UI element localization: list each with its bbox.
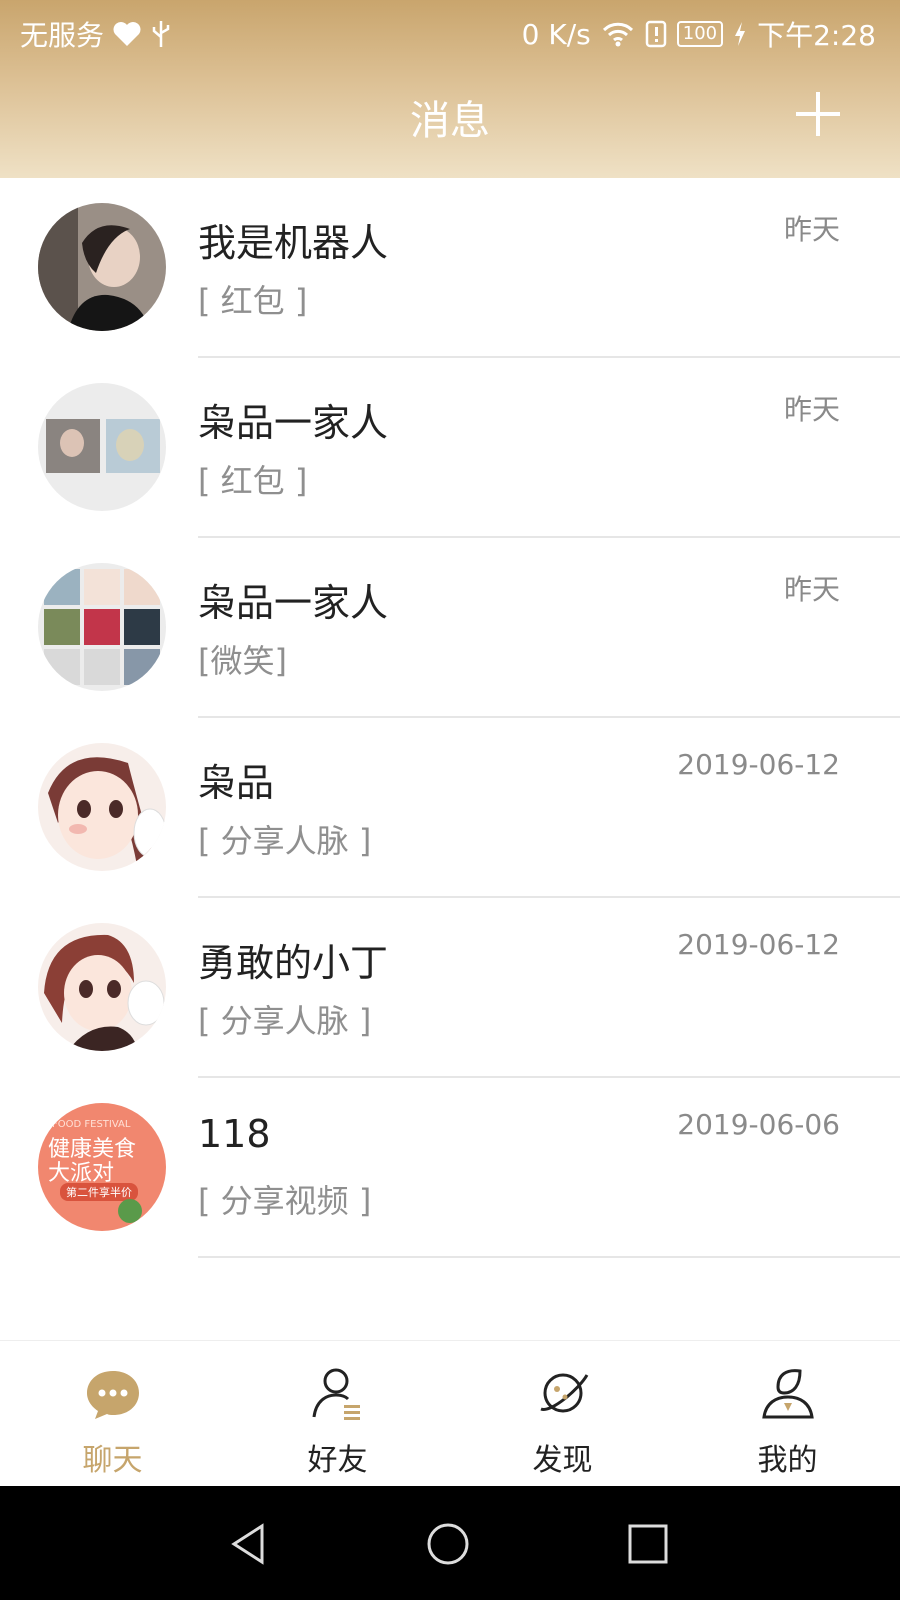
system-nav-bar (0, 1486, 900, 1600)
chat-preview: [ 红包 ] (198, 462, 308, 500)
title-bar: 消息 (0, 62, 900, 178)
chat-date: 2019-06-12 (677, 748, 840, 781)
group-avatar (38, 563, 166, 691)
clock: 下午2:28 (757, 19, 876, 52)
friends-icon (312, 1368, 360, 1420)
chat-name: 勇敢的小丁 (198, 941, 389, 985)
chat-date: 2019-06-12 (677, 928, 840, 961)
page-title: 消息 (410, 98, 490, 144)
avatar (38, 743, 166, 871)
chat-date: 昨天 (783, 393, 840, 426)
charging-icon (735, 22, 746, 46)
chat-name: 我是机器人 (198, 221, 389, 265)
carrier-status: 无服务 (20, 19, 105, 52)
chat-date: 昨天 (783, 213, 840, 246)
tab-discover[interactable]: 发现 (450, 1341, 675, 1487)
chat-preview: [ 分享人脉 ] (198, 822, 372, 860)
chat-date: 昨天 (783, 573, 840, 606)
chat-bubble-icon (86, 1371, 139, 1419)
chat-list: 我是机器人 [ 红包 ] 昨天 枭品一家人 [ 红包 ] 昨天 枭品一家人 [微… (0, 178, 900, 1258)
status-bar: 无服务 0 K/s 100 下午2:28 (0, 0, 900, 62)
chat-item[interactable]: 枭品 [ 分享人脉 ] 2019-06-12 (0, 718, 900, 898)
tab-chat[interactable]: 聊天 (0, 1341, 225, 1487)
network-speed: 0 K/s (521, 17, 591, 51)
chat-item[interactable]: 我是机器人 [ 红包 ] 昨天 (0, 178, 900, 358)
chat-preview: [ 分享人脉 ] (198, 1002, 372, 1040)
heart-icon (113, 22, 141, 46)
chat-name: 枭品一家人 (198, 401, 389, 445)
avatar (38, 923, 166, 1051)
chat-item[interactable]: 枭品一家人 [微笑] 昨天 (0, 538, 900, 718)
divider (198, 1256, 900, 1258)
tab-label: 好友 (307, 1443, 368, 1478)
plus-icon[interactable] (794, 90, 842, 138)
tab-me[interactable]: 我的 (675, 1341, 900, 1487)
avatar: FOOD FESTIVAL 健康美食 大派对 第二件享半价 (38, 1103, 166, 1231)
avatar (38, 203, 166, 331)
wifi-icon (602, 22, 633, 47)
tab-bar: 聊天 好友 发现 我的 (0, 1340, 900, 1487)
chat-preview: [ 红包 ] (198, 282, 308, 320)
chat-name: 枭品一家人 (198, 581, 389, 625)
chat-name: 枭品 (198, 761, 275, 805)
chat-item[interactable]: FOOD FESTIVAL 健康美食 大派对 第二件享半价 118 [ 分享视频… (0, 1078, 900, 1258)
profile-icon (761, 1369, 814, 1419)
back-icon[interactable] (226, 1520, 274, 1568)
battery-icon: 100 (676, 21, 724, 47)
chat-preview: [ 分享视频 ] (198, 1182, 372, 1220)
avatar-text-line: FOOD FESTIVAL (52, 1119, 131, 1130)
recents-icon[interactable] (624, 1520, 672, 1568)
group-avatar (38, 383, 166, 511)
chat-preview: [微笑] (198, 642, 287, 680)
home-icon[interactable] (424, 1520, 472, 1568)
leaf-decoration (118, 1199, 142, 1223)
chat-item[interactable]: 枭品一家人 [ 红包 ] 昨天 (0, 358, 900, 538)
planet-icon (539, 1373, 588, 1413)
tab-label: 聊天 (82, 1443, 143, 1478)
chat-name: 118 (198, 1112, 271, 1156)
tab-friends[interactable]: 好友 (225, 1341, 450, 1487)
tab-label: 发现 (532, 1443, 593, 1478)
avatar-text-line: 第二件享半价 (60, 1183, 138, 1201)
sim-alert-icon (645, 20, 666, 48)
usb-icon (152, 21, 170, 47)
tab-label: 我的 (757, 1443, 818, 1478)
app-header: 无服务 0 K/s 100 下午2:28 消息 (0, 0, 900, 178)
chat-date: 2019-06-06 (677, 1108, 840, 1141)
chat-item[interactable]: 勇敢的小丁 [ 分享人脉 ] 2019-06-12 (0, 898, 900, 1078)
